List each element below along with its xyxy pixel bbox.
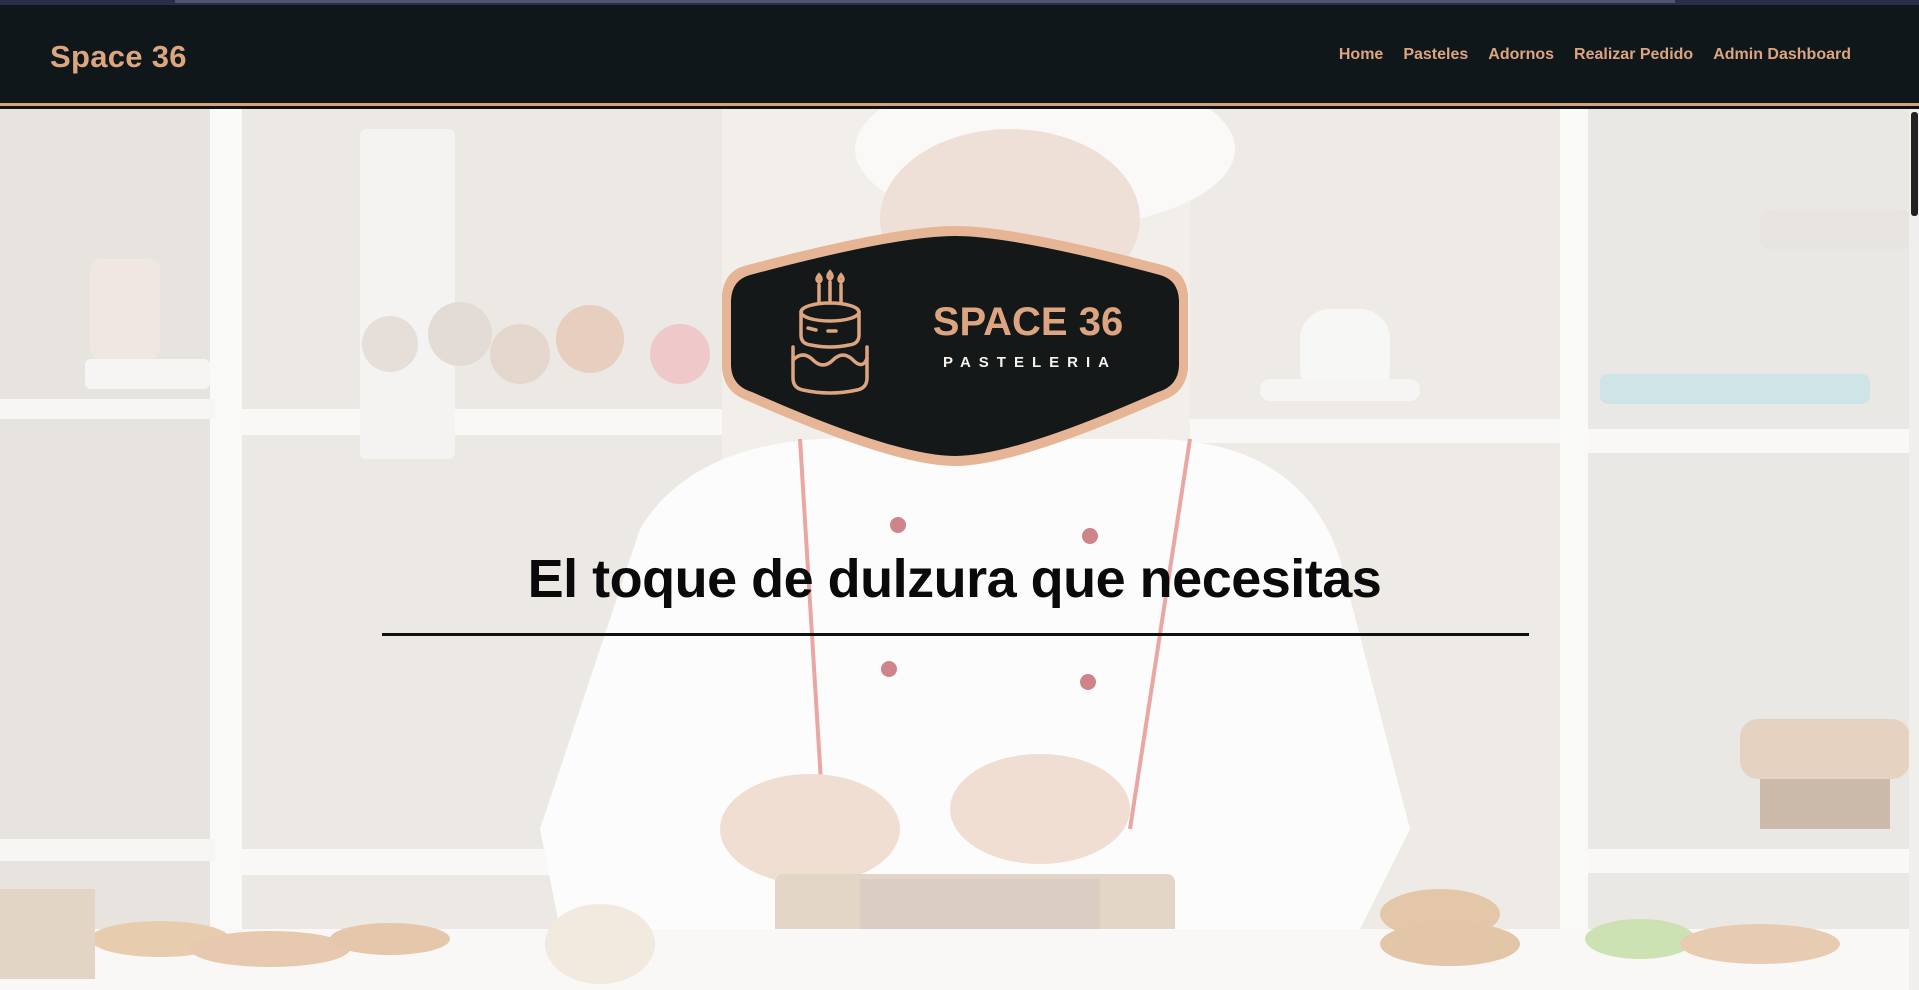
hero-divider [382, 633, 1529, 636]
navbar: Space 36 Home Pasteles Adornos Realizar … [0, 5, 1919, 106]
nav-link-home[interactable]: Home [1339, 46, 1383, 64]
nav-links: Home Pasteles Adornos Realizar Pedido Ad… [1339, 46, 1851, 64]
hero-title: El toque de dulzura que necesitas [527, 549, 1382, 609]
brand-logo-badge: SPACE 36 PASTELERIA [722, 226, 1188, 466]
logo-name: SPACE 36 [933, 300, 1123, 344]
nav-link-adornos[interactable]: Adornos [1488, 46, 1554, 64]
brand-link[interactable]: Space 36 [50, 39, 187, 75]
nav-link-admin-dashboard[interactable]: Admin Dashboard [1713, 46, 1851, 64]
logo-tagline: PASTELERIA [943, 354, 1117, 371]
page-scrollbar[interactable] [1909, 109, 1919, 990]
nav-link-realizar-pedido[interactable]: Realizar Pedido [1574, 46, 1693, 64]
nav-link-pasteles[interactable]: Pasteles [1403, 46, 1468, 64]
page-scrollbar-thumb[interactable] [1911, 112, 1918, 216]
